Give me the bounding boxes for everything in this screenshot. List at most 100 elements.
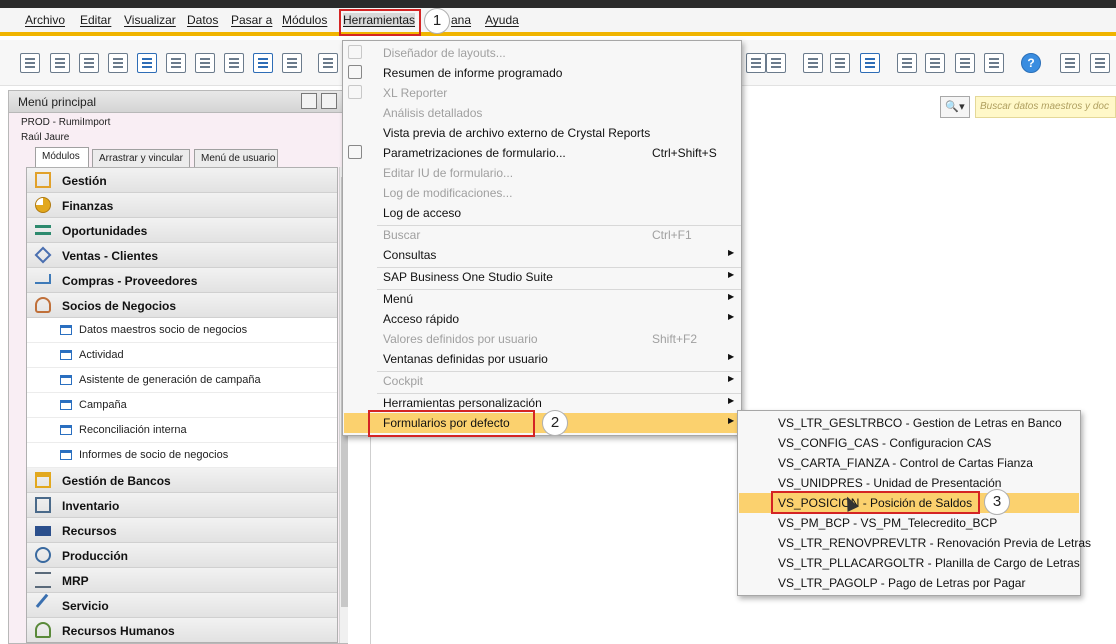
menu-item-disenador-layouts[interactable]: Diseñador de layouts... bbox=[344, 43, 740, 63]
shortcut-label: Ctrl+F1 bbox=[652, 228, 692, 242]
search-input[interactable]: Buscar datos maestros y doc bbox=[975, 96, 1116, 118]
menu-item-cockpit[interactable]: Cockpit ▶ bbox=[344, 371, 740, 391]
module-socios-negocios[interactable]: Socios de Negocios bbox=[27, 293, 337, 318]
module-gestion[interactable]: Gestión bbox=[27, 168, 337, 193]
callout-box-herramientas bbox=[339, 9, 421, 36]
module-oportunidades[interactable]: Oportunidades bbox=[27, 218, 337, 243]
menu-item-resumen-informe[interactable]: Resumen de informe programado bbox=[344, 63, 740, 83]
callout-box-formularios bbox=[368, 410, 535, 437]
menu-item-acceso-rapido[interactable]: Acceso rápido ▶ bbox=[344, 309, 740, 329]
module-gestion-bancos[interactable]: Gestión de Bancos bbox=[27, 468, 337, 493]
tab-arrastrar-vincular[interactable]: Arrastrar y vincular bbox=[92, 149, 190, 167]
help-icon[interactable]: ? bbox=[1021, 53, 1041, 73]
module-inventario[interactable]: Inventario bbox=[27, 493, 337, 518]
folder-icon bbox=[60, 425, 72, 435]
service-icon bbox=[35, 593, 59, 617]
panel-title: Menú principal bbox=[9, 91, 347, 113]
menu-item-menu[interactable]: Menú ▶ bbox=[344, 289, 740, 309]
tab-modulos[interactable]: Módulos bbox=[35, 147, 89, 167]
minimize-button[interactable] bbox=[301, 93, 317, 109]
menu-ayuda[interactable]: Ayuda bbox=[485, 13, 519, 27]
menu-item-analisis-detallados[interactable]: Análisis detallados bbox=[344, 103, 740, 123]
move-icon[interactable] bbox=[253, 53, 273, 73]
sms-icon[interactable] bbox=[108, 53, 128, 73]
module-compras-proveedores[interactable]: Compras - Proveedores bbox=[27, 268, 337, 293]
menu-item-log-modificaciones[interactable]: Log de modificaciones... bbox=[344, 183, 740, 203]
settings-filter-icon[interactable] bbox=[766, 53, 786, 73]
business-partners-icon bbox=[35, 297, 51, 313]
sub-item-asistente-campana[interactable]: Asistente de generación de campaña bbox=[27, 368, 337, 393]
database-icon[interactable] bbox=[860, 53, 880, 73]
pdf-icon[interactable] bbox=[224, 53, 244, 73]
module-servicio[interactable]: Servicio bbox=[27, 593, 337, 618]
submenu-item[interactable]: VS_PM_BCP - VS_PM_Telecredito_BCP bbox=[739, 513, 1079, 533]
pencil-icon bbox=[348, 45, 362, 59]
module-recursos[interactable]: Recursos bbox=[27, 518, 337, 543]
edit-icon[interactable] bbox=[803, 53, 823, 73]
sub-item-datos-maestros[interactable]: Datos maestros socio de negocios bbox=[27, 318, 337, 343]
submenu-item[interactable]: VS_LTR_PAGOLP - Pago de Letras por Pagar bbox=[739, 573, 1079, 593]
module-recursos-humanos[interactable]: Recursos Humanos bbox=[27, 618, 337, 642]
add-document-icon[interactable] bbox=[830, 53, 850, 73]
print-preview-icon[interactable] bbox=[20, 53, 40, 73]
menu-item-xl-reporter[interactable]: XL Reporter bbox=[344, 83, 740, 103]
binoculars-icon[interactable] bbox=[318, 53, 338, 73]
menu-item-sap-studio[interactable]: SAP Business One Studio Suite ▶ bbox=[344, 267, 740, 287]
menu-visualizar[interactable]: Visualizar bbox=[124, 13, 176, 27]
submenu-item[interactable]: VS_LTR_GESLTRBCO - Gestion de Letras en … bbox=[739, 413, 1079, 433]
module-produccion[interactable]: Producción bbox=[27, 543, 337, 568]
sub-item-actividad[interactable]: Actividad bbox=[27, 343, 337, 368]
shortcut-label: Shift+F2 bbox=[652, 332, 698, 346]
lock-icon[interactable] bbox=[282, 53, 302, 73]
menu-item-buscar[interactable]: Buscar Ctrl+F1 bbox=[344, 225, 740, 245]
grid-icon[interactable] bbox=[955, 53, 975, 73]
fax-icon[interactable] bbox=[137, 53, 157, 73]
submenu-item[interactable]: VS_LTR_PLLACARGOLTR - Planilla de Cargo … bbox=[739, 553, 1080, 573]
sub-item-informes[interactable]: Informes de socio de negocios bbox=[27, 443, 337, 468]
tab-menu-usuario[interactable]: Menú de usuario bbox=[194, 149, 278, 167]
submenu-arrow-icon: ▶ bbox=[728, 352, 735, 361]
menu-item-vista-previa-crystal[interactable]: Vista previa de archivo externo de Cryst… bbox=[344, 123, 740, 143]
menu-pasar-a[interactable]: Pasar a bbox=[231, 13, 272, 27]
window-icon[interactable] bbox=[1090, 53, 1110, 73]
shortcut-label: Ctrl+Shift+S bbox=[652, 146, 717, 160]
menu-datos[interactable]: Datos bbox=[187, 13, 218, 27]
menu-editar[interactable]: Editar bbox=[80, 13, 111, 27]
pie-chart-icon bbox=[35, 197, 51, 213]
module-ventas-clientes[interactable]: Ventas - Clientes bbox=[27, 243, 337, 268]
checklist-icon[interactable] bbox=[897, 53, 917, 73]
submenu-item[interactable]: VS_UNIDPRES - Unidad de Presentación bbox=[739, 473, 1079, 493]
submenu-item[interactable]: VS_CONFIG_CAS - Configuracion CAS bbox=[739, 433, 1079, 453]
module-finanzas[interactable]: Finanzas bbox=[27, 193, 337, 218]
word-icon[interactable] bbox=[195, 53, 215, 73]
sub-item-reconciliacion[interactable]: Reconciliación interna bbox=[27, 418, 337, 443]
print-icon[interactable] bbox=[50, 53, 70, 73]
email-icon[interactable] bbox=[79, 53, 99, 73]
menu-ventana[interactable]: ana bbox=[451, 13, 471, 27]
tile-icon[interactable] bbox=[1060, 53, 1080, 73]
menu-item-label: Ventanas definidas por usuario bbox=[383, 352, 548, 366]
menu-item-consultas[interactable]: Consultas ▶ bbox=[344, 245, 740, 265]
excel-icon[interactable] bbox=[166, 53, 186, 73]
menu-item-log-acceso[interactable]: Log de acceso bbox=[344, 203, 740, 223]
form-settings-icon bbox=[348, 145, 362, 159]
menu-item-valores-definidos[interactable]: Valores definidos por usuario Shift+F2 bbox=[344, 329, 740, 349]
maximize-button[interactable] bbox=[321, 93, 337, 109]
menu-archivo[interactable]: Archivo bbox=[25, 13, 65, 27]
menu-item-ventanas-definidas[interactable]: Ventanas definidas por usuario ▶ bbox=[344, 349, 740, 369]
sub-item-label: Actividad bbox=[79, 349, 124, 361]
menu-modulos[interactable]: Módulos bbox=[282, 13, 327, 27]
module-mrp[interactable]: MRP bbox=[27, 568, 337, 593]
submenu-item[interactable]: VS_CARTA_FIANZA - Control de Cartas Fian… bbox=[739, 453, 1079, 473]
history-icon[interactable] bbox=[746, 53, 766, 73]
menu-item-label: Cockpit bbox=[383, 374, 424, 388]
submenu-arrow-icon: ▶ bbox=[728, 312, 735, 321]
sub-item-campana[interactable]: Campaña bbox=[27, 393, 337, 418]
submenu-item[interactable]: VS_LTR_RENOVPREVLTR - Renovación Previa … bbox=[739, 533, 1091, 553]
folder-icon bbox=[60, 450, 72, 460]
menu-item-editar-iu[interactable]: Editar IU de formulario... bbox=[344, 163, 740, 183]
hierarchy-icon[interactable] bbox=[984, 53, 1004, 73]
mail-alert-icon[interactable] bbox=[925, 53, 945, 73]
menu-item-parametrizaciones[interactable]: Parametrizaciones de formulario... Ctrl+… bbox=[344, 143, 740, 163]
search-button[interactable]: 🔍▾ bbox=[940, 96, 970, 118]
